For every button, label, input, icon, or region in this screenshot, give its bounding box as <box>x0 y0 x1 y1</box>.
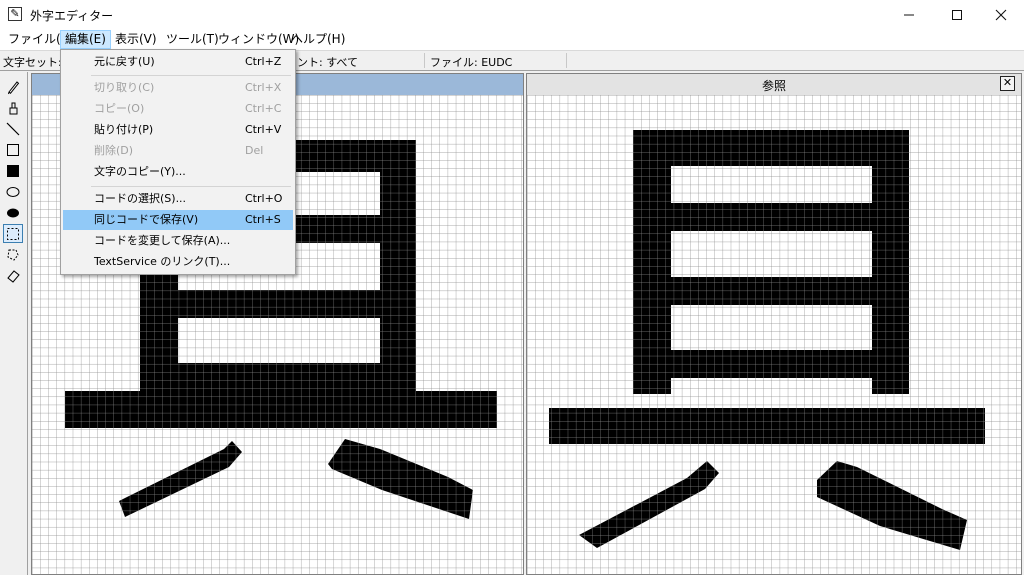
line-tool[interactable] <box>3 119 23 138</box>
reference-pane-header: 参照 ✕ <box>527 74 1021 95</box>
menu-separator <box>91 186 291 187</box>
rectangle-outline-icon <box>7 143 19 156</box>
pencil-icon <box>8 80 20 94</box>
reference-grid <box>527 95 1021 574</box>
menu-undo[interactable]: 元に戻す(U) Ctrl+Z <box>63 52 293 72</box>
ellipse-outline-icon <box>6 186 20 197</box>
close-icon <box>995 9 1007 21</box>
menu-item-label: 切り取り(C) <box>94 81 155 94</box>
maximize-icon <box>952 10 962 20</box>
menu-save-change-code[interactable]: コードを変更して保存(A)... <box>63 231 293 251</box>
edit-menu-dropdown: 元に戻す(U) Ctrl+Z 切り取り(C) Ctrl+X コピー(O) Ctr… <box>60 49 296 275</box>
reference-pane-title: 参照 <box>761 79 786 93</box>
menu-help[interactable]: ヘルプ(H) <box>287 30 349 49</box>
maximize-button[interactable] <box>934 0 980 30</box>
ellipse-filled-icon <box>7 208 19 217</box>
app-icon: ✎ <box>8 7 22 21</box>
menu-item-shortcut: Ctrl+X <box>245 81 282 94</box>
menu-item-label: 文字のコピー(Y)... <box>94 165 186 178</box>
menu-delete[interactable]: 削除(D) Del <box>63 141 293 161</box>
close-button[interactable] <box>978 0 1024 30</box>
lasso-select-tool[interactable] <box>3 245 23 264</box>
lasso-select-icon <box>7 249 19 261</box>
menu-item-label: コードを変更して保存(A)... <box>94 234 231 247</box>
menu-select-code[interactable]: コードの選択(S)... Ctrl+O <box>63 189 293 209</box>
menu-copy-character[interactable]: 文字のコピー(Y)... <box>63 162 293 182</box>
eraser-icon <box>7 269 20 283</box>
minimize-icon <box>904 14 914 16</box>
menu-view[interactable]: 表示(V) <box>111 30 161 49</box>
rectangle-outline-tool[interactable] <box>3 140 23 159</box>
menu-bar: ファイル(F) 編集(E) 表示(V) ツール(T) ウィンドウ(W) ヘルプ(… <box>0 30 1024 50</box>
reference-close-button[interactable]: ✕ <box>1000 76 1015 91</box>
menu-item-shortcut: Ctrl+C <box>245 102 282 115</box>
window-title: 外字エディター <box>30 9 114 23</box>
rect-select-icon <box>7 227 19 240</box>
rectangle-filled-tool[interactable] <box>3 161 23 180</box>
ellipse-outline-tool[interactable] <box>3 182 23 201</box>
menu-item-label: コードの選択(S)... <box>94 192 187 205</box>
reference-grid-canvas <box>527 95 1021 574</box>
menu-copy[interactable]: コピー(O) Ctrl+C <box>63 99 293 119</box>
menu-paste[interactable]: 貼り付け(P) Ctrl+V <box>63 120 293 140</box>
close-icon: ✕ <box>1002 76 1013 89</box>
menu-item-label: 同じコードで保存(V) <box>94 213 199 226</box>
reference-pane: 参照 ✕ <box>526 73 1022 575</box>
brush-tool[interactable] <box>3 98 23 117</box>
eraser-tool[interactable] <box>3 266 23 285</box>
menu-item-shortcut: Ctrl+S <box>245 213 281 226</box>
status-divider <box>566 53 567 68</box>
menu-item-label: 削除(D) <box>94 144 134 157</box>
menu-separator <box>91 75 291 76</box>
menu-textservice-link[interactable]: TextService のリンク(T)... <box>63 252 293 272</box>
tool-palette <box>0 72 28 575</box>
status-font: ント: すべて <box>297 56 358 69</box>
ellipse-filled-tool[interactable] <box>3 203 23 222</box>
rect-select-tool[interactable] <box>3 224 23 243</box>
line-icon <box>6 122 20 135</box>
menu-edit[interactable]: 編集(E) <box>60 30 111 49</box>
status-charset: 文字セット: <box>3 56 62 69</box>
pencil-tool[interactable] <box>3 77 23 96</box>
menu-cut[interactable]: 切り取り(C) Ctrl+X <box>63 78 293 98</box>
menu-item-shortcut: Ctrl+O <box>245 192 283 205</box>
minimize-button[interactable] <box>886 0 932 30</box>
menu-item-label: 貼り付け(P) <box>94 123 154 136</box>
rectangle-filled-icon <box>7 164 19 177</box>
menu-item-shortcut: Ctrl+V <box>245 123 282 136</box>
status-divider <box>424 53 425 68</box>
status-file: ファイル: EUDC <box>430 56 513 69</box>
menu-item-label: TextService のリンク(T)... <box>94 255 231 268</box>
menu-save-same-code[interactable]: 同じコードで保存(V) Ctrl+S <box>63 210 293 230</box>
title-bar: ✎ 外字エディター <box>0 0 1024 30</box>
brush-icon <box>9 102 18 114</box>
menu-item-label: コピー(O) <box>94 102 145 115</box>
menu-item-label: 元に戻す(U) <box>94 55 155 68</box>
menu-item-shortcut: Del <box>245 144 264 157</box>
menu-item-shortcut: Ctrl+Z <box>245 55 282 68</box>
